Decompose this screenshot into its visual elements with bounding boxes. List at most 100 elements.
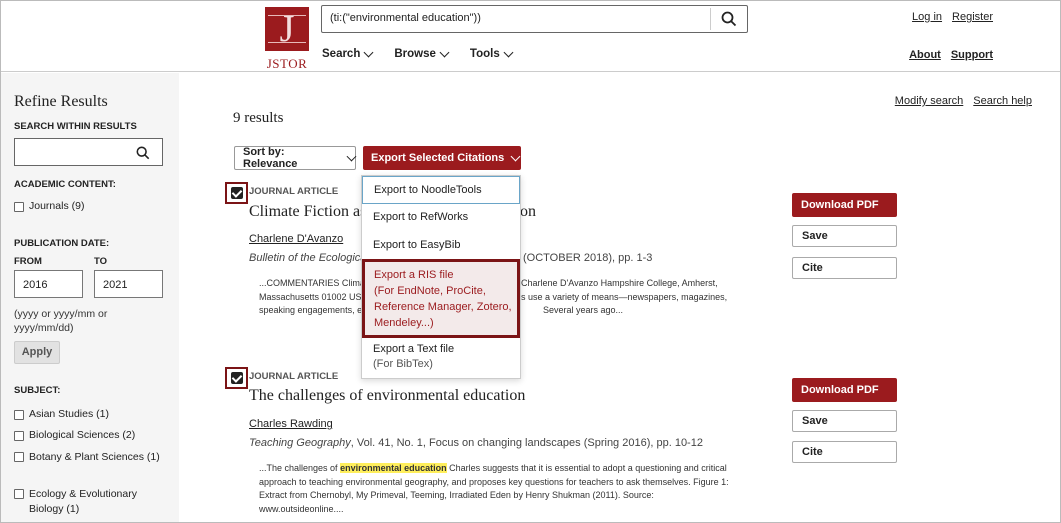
chevron-down-icon [510, 151, 521, 161]
search-within-input[interactable] [14, 138, 163, 166]
export-text-subtitle: (For BibTex) [373, 358, 433, 370]
filter-subject[interactable]: Ecology & Evolutionary Biology (1) [14, 487, 154, 517]
result-source: Bulletin of the Ecologica (OCTOBER 2018),… [249, 252, 652, 264]
search-input[interactable] [330, 12, 710, 24]
nav-browse-label: Browse [394, 48, 436, 60]
page-frame: J JSTOR Search Browse Tools Log in Regist… [0, 0, 1061, 523]
filter-journals[interactable]: Journals (9) [14, 200, 84, 212]
result-journal: Teaching Geography [249, 437, 351, 449]
filter-subject-label: Botany & Plant Sciences (1) [29, 451, 160, 463]
checkbox[interactable] [14, 489, 24, 499]
nav-tools[interactable]: Tools [469, 47, 514, 60]
filter-subject[interactable]: Asian Studies (1) [14, 408, 109, 420]
snippet-line: Charlene D'Avanzo Hampshire College, Amh… [521, 278, 718, 288]
save-button[interactable]: Save [792, 410, 897, 432]
login-link[interactable]: Log in [912, 11, 942, 23]
result-select-checkbox[interactable] [225, 367, 248, 389]
result-source-rest: , Vol. 41, No. 1, Focus on changing land… [350, 437, 703, 449]
support-link[interactable]: Support [951, 49, 993, 61]
jstor-logo-mark-icon: J [265, 7, 309, 51]
result-author[interactable]: Charles Rawding [249, 418, 333, 430]
jstor-logo[interactable]: J JSTOR [265, 7, 309, 71]
chevron-down-icon [346, 151, 357, 161]
result-journal: Bulletin of the Ecologica [249, 252, 367, 264]
result-author[interactable]: Charlene D'Avanzo [249, 233, 343, 245]
date-from-input[interactable]: 2016 [14, 270, 83, 298]
snippet-highlight: environmental education [340, 463, 447, 473]
filter-subject-label: Biological Sciences (2) [29, 429, 136, 441]
academic-content-label: ACADEMIC CONTENT: [14, 179, 116, 190]
results-count: 9 results [233, 110, 284, 126]
search-help-links: Modify search Search help [895, 95, 1032, 107]
export-dropdown-menu: Export to NoodleTools Export to RefWorks… [361, 175, 521, 379]
snippet-text: ...The challenges of [259, 463, 341, 473]
download-pdf-button[interactable]: Download PDF [792, 193, 897, 217]
refine-sidebar: Refine Results SEARCH WITHIN RESULTS ACA… [1, 73, 179, 522]
snippet-line: s use a variety of means—newspapers, mag… [521, 291, 728, 302]
export-text-item[interactable]: Export a Text file (For BibTex) [362, 342, 520, 372]
nav-search-label: Search [322, 48, 361, 60]
chevron-down-icon [439, 47, 450, 57]
export-easybib-item[interactable]: Export to EasyBib [362, 239, 520, 251]
subject-label: SUBJECT: [14, 385, 61, 396]
search-icon[interactable] [136, 146, 150, 160]
snippet-line: Massachusetts 01002 US [259, 291, 362, 302]
filter-subject[interactable]: Botany & Plant Sciences (1) [14, 450, 164, 465]
register-link[interactable]: Register [952, 11, 993, 23]
nav-search[interactable]: Search [322, 47, 374, 60]
snippet-line: Several years ago... [543, 305, 624, 315]
export-ris-item[interactable]: Export a RIS file (For EndNote, ProCite,… [362, 259, 520, 338]
result-title[interactable]: Climate Fiction as on [249, 203, 536, 221]
chevron-down-icon [503, 47, 514, 57]
search-help-link[interactable]: Search help [973, 95, 1032, 107]
download-pdf-button[interactable]: Download PDF [792, 378, 897, 402]
search-divider [710, 8, 711, 30]
filter-subject-label: Ecology & Evolutionary Biology (1) [29, 488, 137, 515]
date-format-hint: (yyyy or yyyy/mm or yyyy/mm/dd) [14, 308, 108, 334]
export-citations-button[interactable]: Export Selected Citations [363, 146, 521, 170]
result-type: JOURNAL ARTICLE [249, 186, 339, 197]
sort-label: Sort by: Relevance [243, 146, 298, 170]
about-link[interactable]: About [909, 49, 941, 61]
result-snippet: ...The challenges of environmental educa… [259, 462, 739, 516]
checkbox-checked-icon [230, 372, 243, 384]
search-icon[interactable] [721, 11, 737, 27]
export-ris-subtitle: (For EndNote, ProCite, Reference Manager… [374, 285, 512, 329]
chevron-down-icon [363, 47, 374, 57]
apply-button[interactable]: Apply [14, 341, 60, 364]
checkbox[interactable] [14, 431, 24, 441]
result-title-start: Climate Fiction as [249, 203, 367, 220]
account-links: Log in Register [912, 11, 993, 23]
filter-subject[interactable]: Biological Sciences (2) [14, 429, 135, 441]
filter-journals-label: Journals (9) [29, 200, 85, 212]
save-button[interactable]: Save [792, 225, 897, 247]
search-bar [321, 5, 748, 33]
checkbox[interactable] [14, 452, 24, 462]
nav-browse[interactable]: Browse [394, 47, 450, 60]
date-to-input[interactable]: 2021 [94, 270, 163, 298]
checkbox[interactable] [14, 410, 24, 420]
from-label: FROM [14, 256, 42, 267]
result-source: Teaching Geography, Vol. 41, No. 1, Focu… [249, 437, 703, 449]
search-within-label: SEARCH WITHIN RESULTS [14, 121, 137, 132]
checkbox[interactable] [14, 202, 24, 212]
result-type: JOURNAL ARTICLE [249, 371, 339, 382]
result-title[interactable]: The challenges of environmental educatio… [249, 387, 525, 405]
export-text-title: Export a Text file [373, 343, 455, 355]
export-noodletools-item[interactable]: Export to NoodleTools [362, 176, 520, 204]
publication-date-label: PUBLICATION DATE: [14, 238, 110, 249]
result-select-checkbox[interactable] [225, 182, 248, 204]
cite-button[interactable]: Cite [792, 257, 897, 279]
export-refworks-item[interactable]: Export to RefWorks [362, 211, 520, 223]
export-ris-title: Export a RIS file [374, 269, 454, 281]
nav-tools-label: Tools [469, 48, 500, 60]
filter-subject-label: Asian Studies (1) [29, 408, 109, 420]
main-nav: Search Browse Tools [322, 47, 514, 60]
info-links: About Support [909, 49, 993, 61]
to-label: TO [94, 256, 108, 267]
result-source-rest: (OCTOBER 2018), pp. 1-3 [523, 252, 653, 264]
modify-search-link[interactable]: Modify search [895, 95, 963, 107]
cite-button[interactable]: Cite [792, 441, 897, 463]
result-title-end: on [520, 203, 536, 220]
sort-dropdown[interactable]: Sort by: Relevance [234, 146, 357, 170]
